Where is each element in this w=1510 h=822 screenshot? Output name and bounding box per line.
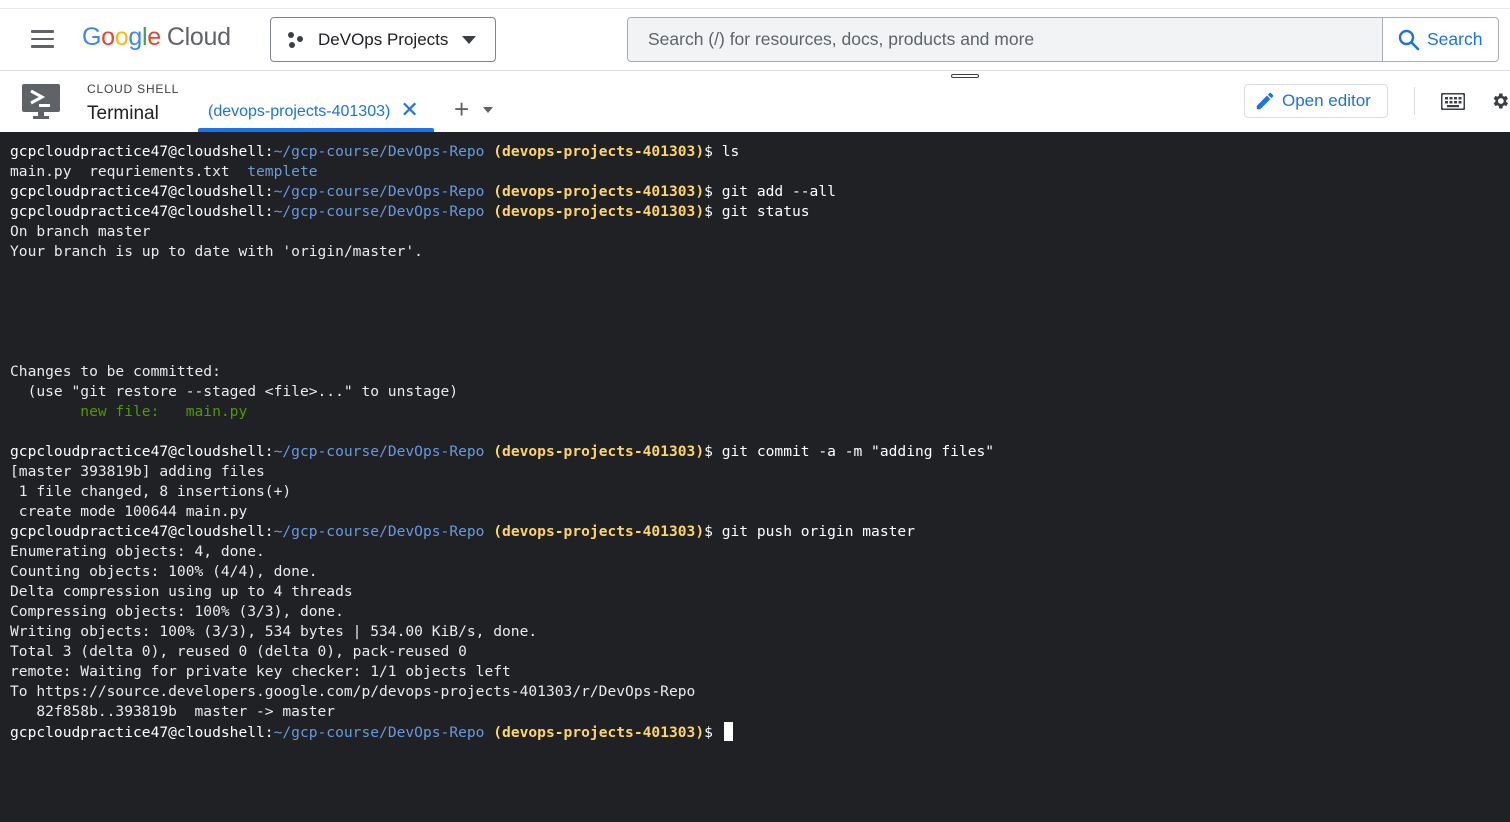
terminal-cursor (723, 722, 733, 741)
logo-letter: G (82, 23, 102, 51)
prompt-user: gcpcloudpractice47@cloudshell: (10, 724, 274, 741)
cloud-shell-terminal-icon (22, 84, 60, 119)
terminal-output-line: Compressing objects: 100% (3/3), done. (10, 603, 344, 620)
toolbar-divider (1414, 87, 1415, 115)
logo-letter: o (114, 23, 129, 51)
terminal-output-line: Delta compression using up to 4 threads (10, 583, 353, 600)
cloud-shell-label: CLOUD SHELL (87, 82, 180, 96)
hamburger-icon-bar (30, 37, 54, 41)
google-cloud-logo[interactable]: Go o g l e Cloud (82, 23, 231, 52)
prompt-command: $ (704, 724, 722, 741)
search-input[interactable] (648, 29, 1384, 50)
terminal-output-line: Counting objects: 100% (4/4), done. (10, 563, 318, 580)
prompt-path: ~/gcp-course/DevOps-Repo (273, 203, 485, 220)
prompt-user: gcpcloudpractice47@cloudshell: (10, 143, 274, 160)
hamburger-icon (30, 30, 54, 33)
prompt-project: (devops-projects-401303) (484, 523, 705, 540)
console-header: Go o g l e Cloud DeVOps Projects Search (0, 9, 1510, 71)
terminal-output-line: create mode 100644 main.py (10, 503, 248, 520)
ls-files: main.py requriements.txt (10, 163, 248, 180)
terminal-output-line: Enumerating objects: 4, done. (10, 543, 265, 560)
staged-file: new file: main.py (10, 403, 248, 420)
open-editor-button[interactable]: Open editor (1244, 84, 1388, 118)
prompt-path: ~/gcp-course/DevOps-Repo (273, 443, 485, 460)
prompt-project: (devops-projects-401303) (484, 143, 705, 160)
search-icon (1398, 29, 1420, 50)
terminal-output-line: On branch master (10, 223, 151, 240)
ls-directory: templete (247, 163, 318, 180)
prompt-path: ~/gcp-course/DevOps-Repo (273, 523, 485, 540)
resize-drag-handle[interactable] (951, 74, 979, 78)
prompt-command: $ git commit -a -m "adding files" (704, 443, 995, 460)
tab-options-caret-icon[interactable] (483, 107, 493, 113)
dropdown-caret-icon (462, 35, 477, 44)
prompt-project: (devops-projects-401303) (484, 724, 705, 741)
main-menu-button[interactable] (18, 21, 66, 57)
terminal-output-line: 1 file changed, 8 insertions(+) (10, 483, 292, 500)
project-icon (287, 31, 305, 49)
logo-letter: e (147, 23, 161, 51)
terminal-prompt-line: gcpcloudpractice47@cloudshell:~/gcp-cour… (10, 522, 1510, 542)
prompt-project: (devops-projects-401303) (484, 203, 705, 220)
gear-icon[interactable] (1490, 89, 1510, 113)
cloud-shell-bar: CLOUD SHELL Terminal (devops-projects-40… (0, 71, 1510, 132)
prompt-command: $ git add --all (704, 183, 836, 200)
prompt-project: (devops-projects-401303) (484, 183, 705, 200)
terminal-output-line: Total 3 (delta 0), reused 0 (delta 0), p… (10, 643, 467, 660)
terminal-prompt-line: gcpcloudpractice47@cloudshell:~/gcp-cour… (10, 202, 1510, 222)
keyboard-icon[interactable] (1441, 93, 1465, 110)
terminal-prompt-line: gcpcloudpractice47@cloudshell:~/gcp-cour… (10, 722, 1510, 742)
prompt-user: gcpcloudpractice47@cloudshell: (10, 203, 274, 220)
prompt-path: ~/gcp-course/DevOps-Repo (273, 183, 485, 200)
terminal-output-line: Writing objects: 100% (3/3), 534 bytes |… (10, 623, 538, 640)
search-button[interactable]: Search (1382, 17, 1499, 62)
close-tab-icon[interactable]: ✕ (400, 99, 418, 121)
terminal-prompt-line: gcpcloudpractice47@cloudshell:~/gcp-cour… (10, 142, 1510, 162)
terminal-output-line: Changes to be committed: (10, 363, 221, 380)
logo-letter: g (128, 23, 142, 51)
terminal-output-line: 82f858b..393819b master -> master (10, 703, 336, 720)
terminal-output-line: remote: Waiting for private key checker:… (10, 663, 511, 680)
tab-devops-projects[interactable]: (devops-projects-401303) ✕ (198, 93, 434, 132)
search-field[interactable] (627, 17, 1384, 62)
prompt-command: $ git push origin master (704, 523, 915, 540)
pencil-icon (1256, 92, 1274, 110)
prompt-path: ~/gcp-course/DevOps-Repo (273, 143, 485, 160)
terminal-output-line: Your branch is up to date with 'origin/m… (10, 243, 423, 260)
project-picker[interactable]: DeVOps Projects (270, 17, 496, 62)
terminal-output-line: main.py requriements.txt templete (10, 162, 1510, 182)
terminal-output-line: [master 393819b] adding files (10, 463, 265, 480)
terminal-output-line: To https://source.developers.google.com/… (10, 683, 696, 700)
prompt-user: gcpcloudpractice47@cloudshell: (10, 443, 274, 460)
search-button-label: Search (1427, 29, 1483, 49)
prompt-command: $ ls (704, 143, 740, 160)
logo-letter: o (101, 23, 115, 51)
prompt-path: ~/gcp-course/DevOps-Repo (273, 724, 485, 741)
terminal-prompt-line: gcpcloudpractice47@cloudshell:~/gcp-cour… (10, 442, 1510, 462)
prompt-project: (devops-projects-401303) (484, 443, 705, 460)
add-tab-icon[interactable]: + (454, 96, 469, 122)
terminal-title: Terminal (87, 103, 159, 124)
hamburger-icon-bar (30, 45, 54, 48)
terminal-output-line: (use "git restore --staged <file>..." to… (10, 383, 459, 400)
terminal-output-line: new file: main.py (10, 402, 1510, 422)
prompt-command: $ git status (704, 203, 810, 220)
project-picker-label: DeVOps Projects (318, 29, 449, 49)
top-edge (0, 0, 1510, 9)
logo-cloud-text: Cloud (166, 23, 231, 51)
open-editor-label: Open editor (1282, 91, 1371, 110)
tab-label: (devops-projects-401303) (208, 103, 391, 120)
prompt-user: gcpcloudpractice47@cloudshell: (10, 523, 274, 540)
prompt-user: gcpcloudpractice47@cloudshell: (10, 183, 274, 200)
terminal-output[interactable]: gcpcloudpractice47@cloudshell:~/gcp-cour… (0, 132, 1510, 822)
terminal-prompt-line: gcpcloudpractice47@cloudshell:~/gcp-cour… (10, 182, 1510, 202)
